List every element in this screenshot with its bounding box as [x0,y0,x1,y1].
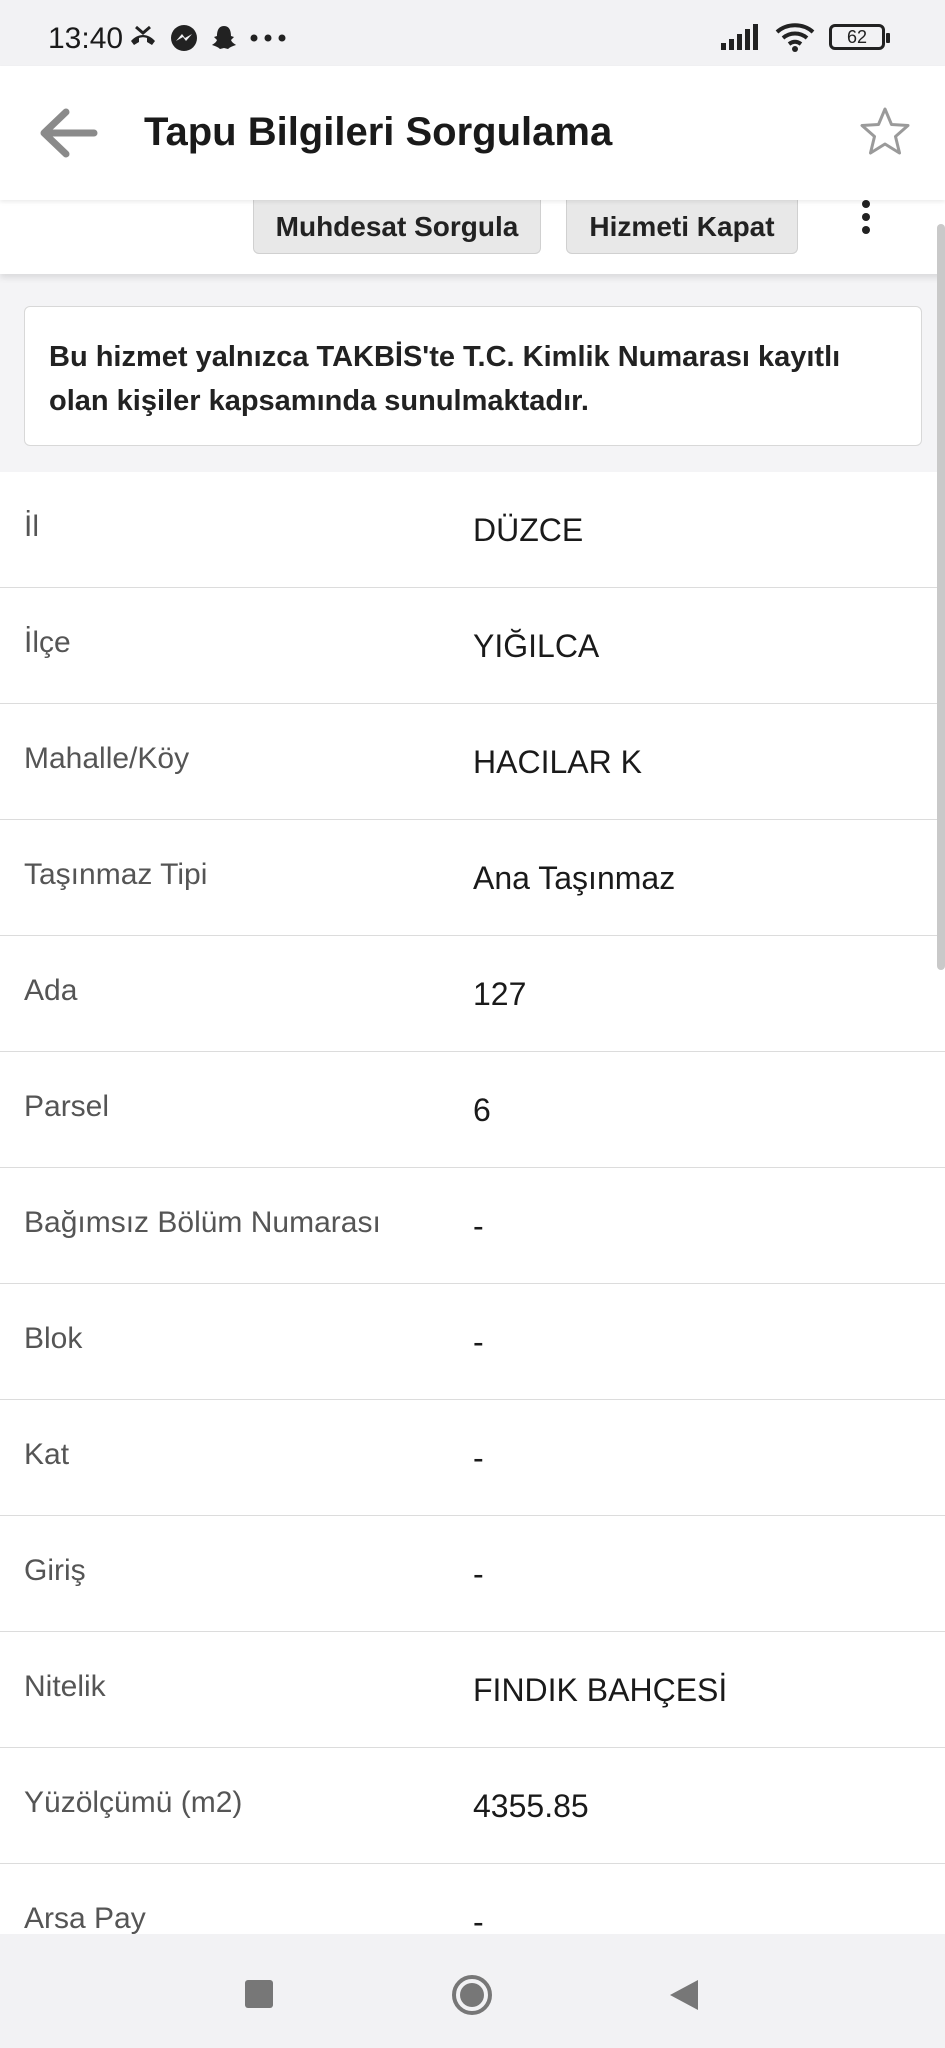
info-label: İl [24,510,39,543]
info-value: - [473,1324,484,1360]
snapchat-icon [212,26,236,49]
info-value: - [473,1556,484,1592]
info-row-bagimsiz-bolum: Bağımsız Bölüm Numarası - [0,1168,945,1284]
info-label: Arsa Pay [24,1902,146,1935]
info-label: Yüzölçümü (m2) [24,1786,243,1819]
info-label: Giriş [24,1554,86,1587]
property-info-list: İl DÜZCE İlçe YIĞILCA Mahalle/Köy HACILA… [0,472,945,1980]
home-circle-icon[interactable] [451,1974,493,2016]
info-row-mahalle-koy: Mahalle/Köy HACILAR K [0,704,945,820]
info-value: HACILAR K [473,744,642,780]
info-row-il: İl DÜZCE [0,472,945,588]
info-label: Taşınmaz Tipi [24,858,208,891]
info-value: FINDIK BAHÇESİ [473,1672,728,1708]
info-value: - [473,1208,484,1244]
status-system-icons: 62 [721,22,890,52]
notice-area: Bu hizmet yalnızca TAKBİS'te T.C. Kimlik… [0,274,945,472]
star-icon[interactable] [859,106,911,158]
vertical-dots-icon[interactable] [856,200,876,238]
messenger-icon [171,25,197,51]
info-value: DÜZCE [473,512,584,548]
info-row-yuzolcumu: Yüzölçümü (m2) 4355.85 [0,1748,945,1864]
info-row-nitelik: Nitelik FINDIK BAHÇESİ [0,1632,945,1748]
info-row-giris: Giriş - [0,1516,945,1632]
system-nav-bar [0,1934,945,2048]
back-arrow-icon[interactable] [38,106,98,160]
info-label: İlçe [24,626,71,659]
status-notification-icons [128,24,286,52]
info-label: Mahalle/Köy [24,742,190,775]
status-bar: 13:40 62 [0,0,945,66]
info-value: Ana Taşınmaz [473,860,676,896]
info-label: Nitelik [24,1670,106,1703]
info-value: 4355.85 [473,1788,589,1824]
info-label: Ada [24,974,78,1007]
back-triangle-icon[interactable] [668,1978,700,2012]
scrollbar[interactable] [937,224,945,970]
missed-call-icon [131,25,155,45]
app-header: Tapu Bilgileri Sorgulama [0,66,945,200]
hizmeti-kapat-button[interactable]: Hizmeti Kapat [566,200,798,254]
info-value: 127 [473,976,527,1012]
info-label: Blok [24,1322,83,1355]
muhdesat-sorgula-button[interactable]: Muhdesat Sorgula [253,200,541,254]
action-bar: Muhdesat Sorgula Hizmeti Kapat [0,200,945,274]
notice-message: Bu hizmet yalnızca TAKBİS'te T.C. Kimlik… [24,306,922,446]
info-row-blok: Blok - [0,1284,945,1400]
info-row-ada: Ada 127 [0,936,945,1052]
page-title: Tapu Bilgileri Sorgulama [144,110,613,154]
info-label: Kat [24,1438,70,1471]
square-icon[interactable] [245,1980,273,2008]
more-dots-icon [250,34,286,42]
info-row-parsel: Parsel 6 [0,1052,945,1168]
info-value: - [473,1440,484,1476]
status-time: 13:40 [48,22,124,55]
battery-icon: 62 [829,24,890,50]
signal-icon [721,24,758,50]
info-row-tasinmaz-tipi: Taşınmaz Tipi Ana Taşınmaz [0,820,945,936]
wifi-icon [775,23,815,52]
info-value: 6 [473,1092,491,1128]
info-row-kat: Kat - [0,1400,945,1516]
info-label: Parsel [24,1090,110,1123]
info-value: YIĞILCA [473,628,600,664]
info-row-ilce: İlçe YIĞILCA [0,588,945,704]
info-label: Bağımsız Bölüm Numarası [24,1206,381,1239]
